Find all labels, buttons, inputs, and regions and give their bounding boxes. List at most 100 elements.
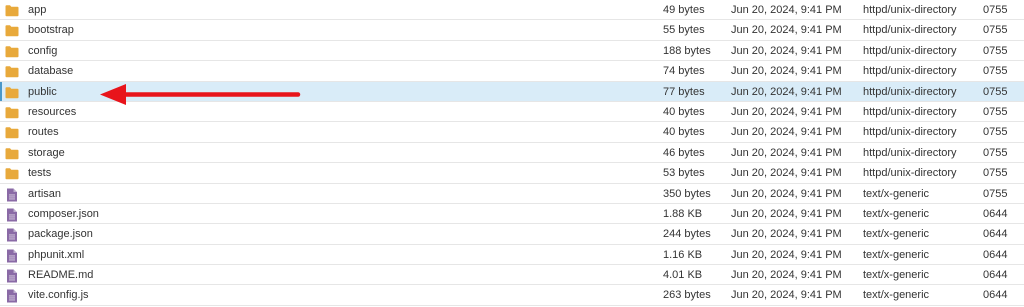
file-row-composer-json[interactable]: composer.json 1.88 KB Jun 20, 2024, 9:41… bbox=[0, 204, 1024, 225]
file-size: 244 bytes bbox=[663, 228, 711, 241]
file-name[interactable]: bootstrap bbox=[28, 20, 74, 40]
file-modified-date: Jun 20, 2024, 9:41 PM bbox=[731, 65, 842, 78]
file-permissions: 0755 bbox=[983, 105, 1008, 118]
file-modified-date: Jun 20, 2024, 9:41 PM bbox=[731, 105, 842, 118]
file-mime-type: text/x-generic bbox=[863, 289, 930, 302]
file-row-package-json[interactable]: package.json 244 bytes Jun 20, 2024, 9:4… bbox=[0, 224, 1024, 245]
file-type-icon bbox=[5, 4, 19, 17]
file-permissions: 0644 bbox=[983, 289, 1008, 302]
file-row-public[interactable]: public 77 bytes Jun 20, 2024, 9:41 PM ht… bbox=[0, 81, 1024, 102]
file-row-routes[interactable]: routes 40 bytes Jun 20, 2024, 9:41 PM ht… bbox=[0, 122, 1024, 143]
file-modified-date: Jun 20, 2024, 9:41 PM bbox=[731, 269, 842, 282]
file-size: 77 bytes bbox=[663, 85, 705, 98]
file-row-resources[interactable]: resources 40 bytes Jun 20, 2024, 9:41 PM… bbox=[0, 102, 1024, 123]
file-mime-type: text/x-generic bbox=[863, 248, 930, 261]
file-permissions: 0755 bbox=[983, 187, 1008, 200]
file-name[interactable]: artisan bbox=[28, 184, 61, 204]
file-row-vite-config-js[interactable]: vite.config.js 263 bytes Jun 20, 2024, 9… bbox=[0, 285, 1024, 306]
file-type-icon bbox=[5, 289, 19, 303]
file-type-icon bbox=[5, 167, 19, 180]
file-name[interactable]: README.md bbox=[28, 265, 93, 285]
folder-icon bbox=[5, 168, 19, 180]
file-size: 4.01 KB bbox=[663, 269, 703, 282]
folder-icon bbox=[5, 147, 19, 160]
file-name[interactable]: composer.json bbox=[28, 204, 99, 224]
file-list: app 49 bytes Jun 20, 2024, 9:41 PM httpd… bbox=[0, 0, 1024, 306]
file-size: 1.88 KB bbox=[663, 207, 703, 220]
file-permissions: 0755 bbox=[983, 24, 1008, 37]
file-rows: app 49 bytes Jun 20, 2024, 9:41 PM httpd… bbox=[0, 0, 1024, 306]
file-modified-date: Jun 20, 2024, 9:41 PM bbox=[731, 24, 842, 37]
file-size: 74 bytes bbox=[663, 65, 705, 78]
document-icon bbox=[7, 249, 17, 263]
file-type-icon bbox=[5, 188, 19, 202]
file-row-storage[interactable]: storage 46 bytes Jun 20, 2024, 9:41 PM h… bbox=[0, 143, 1024, 164]
file-name[interactable]: app bbox=[28, 0, 46, 20]
file-size: 40 bytes bbox=[663, 126, 705, 139]
file-name[interactable]: public bbox=[28, 82, 57, 102]
file-size: 1.16 KB bbox=[663, 248, 703, 261]
file-mime-type: text/x-generic bbox=[863, 228, 930, 241]
file-name[interactable]: vite.config.js bbox=[28, 285, 89, 305]
file-name[interactable]: storage bbox=[28, 143, 65, 163]
file-modified-date: Jun 20, 2024, 9:41 PM bbox=[731, 248, 842, 261]
file-permissions: 0644 bbox=[983, 269, 1008, 282]
file-type-icon bbox=[5, 126, 19, 139]
file-mime-type: httpd/unix-directory bbox=[863, 85, 957, 98]
file-type-icon bbox=[5, 147, 19, 160]
file-row-readme-md[interactable]: README.md 4.01 KB Jun 20, 2024, 9:41 PM … bbox=[0, 265, 1024, 286]
file-modified-date: Jun 20, 2024, 9:41 PM bbox=[731, 85, 842, 98]
file-row-artisan[interactable]: artisan 350 bytes Jun 20, 2024, 9:41 PM … bbox=[0, 184, 1024, 204]
file-row-config[interactable]: config 188 bytes Jun 20, 2024, 9:41 PM h… bbox=[0, 41, 1024, 62]
file-modified-date: Jun 20, 2024, 9:41 PM bbox=[731, 289, 842, 302]
document-icon bbox=[7, 269, 17, 283]
file-size: 53 bytes bbox=[663, 167, 705, 180]
file-size: 49 bytes bbox=[663, 4, 705, 16]
file-permissions: 0755 bbox=[983, 65, 1008, 78]
file-mime-type: text/x-generic bbox=[863, 269, 930, 282]
document-icon bbox=[7, 289, 17, 303]
file-name[interactable]: package.json bbox=[28, 224, 93, 244]
folder-icon bbox=[5, 45, 19, 58]
file-size: 188 bytes bbox=[663, 44, 711, 57]
file-type-icon bbox=[5, 208, 19, 222]
file-modified-date: Jun 20, 2024, 9:41 PM bbox=[731, 187, 842, 200]
file-name[interactable]: database bbox=[28, 61, 73, 81]
file-size: 46 bytes bbox=[663, 146, 705, 159]
file-mime-type: httpd/unix-directory bbox=[863, 105, 957, 118]
file-name[interactable]: phpunit.xml bbox=[28, 245, 84, 265]
file-modified-date: Jun 20, 2024, 9:41 PM bbox=[731, 44, 842, 57]
file-name[interactable]: routes bbox=[28, 122, 59, 142]
folder-icon bbox=[5, 66, 19, 78]
file-mime-type: httpd/unix-directory bbox=[863, 126, 957, 139]
file-row-database[interactable]: database 74 bytes Jun 20, 2024, 9:41 PM … bbox=[0, 61, 1024, 82]
file-row-tests[interactable]: tests 53 bytes Jun 20, 2024, 9:41 PM htt… bbox=[0, 163, 1024, 184]
folder-icon bbox=[5, 25, 19, 37]
file-type-icon bbox=[5, 45, 19, 58]
file-mime-type: httpd/unix-directory bbox=[863, 146, 957, 159]
file-modified-date: Jun 20, 2024, 9:41 PM bbox=[731, 126, 842, 139]
file-size: 350 bytes bbox=[663, 187, 711, 200]
file-size: 55 bytes bbox=[663, 24, 705, 37]
file-name[interactable]: config bbox=[28, 41, 57, 61]
file-name[interactable]: tests bbox=[28, 163, 51, 183]
file-permissions: 0755 bbox=[983, 126, 1008, 139]
file-permissions: 0755 bbox=[983, 167, 1008, 180]
file-modified-date: Jun 20, 2024, 9:41 PM bbox=[731, 146, 842, 159]
file-name[interactable]: resources bbox=[28, 102, 76, 122]
file-modified-date: Jun 20, 2024, 9:41 PM bbox=[731, 167, 842, 180]
file-type-icon bbox=[5, 65, 19, 78]
file-permissions: 0644 bbox=[983, 248, 1008, 261]
file-row-app[interactable]: app 49 bytes Jun 20, 2024, 9:41 PM httpd… bbox=[0, 0, 1024, 21]
folder-icon bbox=[5, 127, 19, 139]
file-permissions: 0644 bbox=[983, 207, 1008, 220]
file-row-bootstrap[interactable]: bootstrap 55 bytes Jun 20, 2024, 9:41 PM… bbox=[0, 20, 1024, 41]
file-mime-type: httpd/unix-directory bbox=[863, 4, 957, 16]
file-size: 40 bytes bbox=[663, 105, 705, 118]
file-mime-type: httpd/unix-directory bbox=[863, 167, 957, 180]
file-mime-type: text/x-generic bbox=[863, 207, 930, 220]
file-type-icon bbox=[5, 24, 19, 37]
file-type-icon bbox=[5, 106, 19, 119]
file-size: 263 bytes bbox=[663, 289, 711, 302]
file-row-phpunit-xml[interactable]: phpunit.xml 1.16 KB Jun 20, 2024, 9:41 P… bbox=[0, 245, 1024, 266]
